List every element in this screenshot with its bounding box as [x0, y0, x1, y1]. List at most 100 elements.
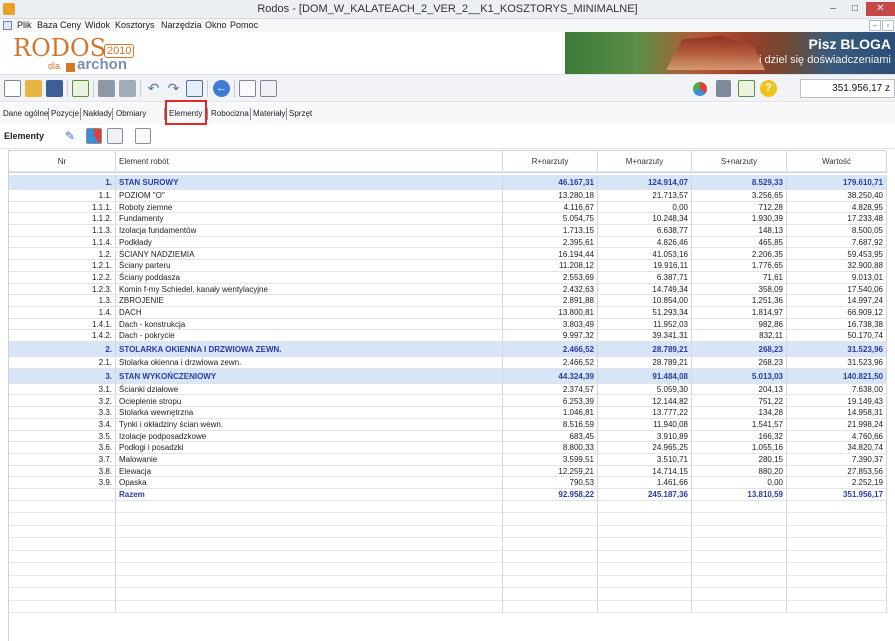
- table-row[interactable]: 1.1. POZIOM "O" 13.280,18 21.713,57 3.256,65…: [9, 190, 887, 202]
- empty-cell[interactable]: [9, 500, 116, 514]
- table-row[interactable]: 3. STAN WYKOŃCZENIOWY 44.324,39 91.484,08 5.…: [9, 368, 887, 384]
- cell-s[interactable]: 1.814,97: [692, 307, 787, 319]
- empty-cell[interactable]: [503, 563, 598, 576]
- cell-nr[interactable]: 1.2.3.: [9, 283, 116, 296]
- empty-row[interactable]: [9, 600, 887, 614]
- empty-cell[interactable]: [692, 500, 787, 514]
- table-row[interactable]: 3.8. Elewacja 12.259,21 14.714,15 880,20 27.8…: [9, 465, 887, 478]
- cell-w[interactable]: 7.638,00: [787, 383, 887, 396]
- tab-naklady[interactable]: Nakłady: [83, 109, 112, 118]
- cell-nr[interactable]: [9, 489, 116, 501]
- cell-nr[interactable]: 1.: [9, 175, 116, 190]
- empty-cell[interactable]: [116, 588, 503, 601]
- cell-m[interactable]: 13.777,22: [598, 407, 692, 419]
- help-icon[interactable]: ?: [760, 80, 777, 97]
- empty-cell[interactable]: [503, 500, 598, 514]
- cell-m[interactable]: 21.713,57: [598, 190, 692, 202]
- cell-m[interactable]: 11.940,08: [598, 418, 692, 431]
- cell-r[interactable]: 8.516,59: [503, 418, 598, 431]
- table-row[interactable]: 2.1. Stolarka okienna i drzwiowa zewn. 2.4…: [9, 357, 887, 369]
- cell-m[interactable]: 3.510,71: [598, 454, 692, 466]
- cell-name[interactable]: ŚCIANY NADZIEMIA: [116, 248, 503, 261]
- cell-nr[interactable]: 2.1.: [9, 357, 116, 369]
- cell-s[interactable]: 982,86: [692, 318, 787, 331]
- cell-w[interactable]: 31.523,96: [787, 342, 887, 358]
- empty-cell[interactable]: [503, 513, 598, 526]
- table-row[interactable]: 1.2.3. Komin f-my Schiedel, kanały wentyl…: [9, 283, 887, 296]
- cell-r[interactable]: 92.958,22: [503, 489, 598, 501]
- empty-cell[interactable]: [503, 588, 598, 601]
- cell-s[interactable]: 1.251,36: [692, 295, 787, 307]
- col-header-m[interactable]: M+narzuty: [598, 151, 692, 172]
- empty-cell[interactable]: [9, 575, 116, 589]
- cell-nr[interactable]: 1.1.3.: [9, 225, 116, 237]
- cell-s[interactable]: 268,23: [692, 342, 787, 358]
- cell-w[interactable]: 351.956,17: [787, 489, 887, 501]
- cell-m[interactable]: 12.144,82: [598, 395, 692, 408]
- cell-m[interactable]: 1.461,66: [598, 477, 692, 490]
- cell-name[interactable]: Izolacja fundamentów: [116, 225, 503, 237]
- cell-r[interactable]: 11.208,12: [503, 260, 598, 272]
- cell-name[interactable]: ZBROJENIE: [116, 295, 503, 307]
- table-row[interactable]: 2. STOLARKA OKIENNA I DRZWIOWA ZEWN. 2.466…: [9, 342, 887, 358]
- tab-dane-ogolne[interactable]: Dane ogólne: [3, 109, 48, 118]
- cell-s[interactable]: 5.013,03: [692, 368, 787, 384]
- cell-name[interactable]: Opaska: [116, 477, 503, 490]
- mdi-minimize-button[interactable]: –: [869, 20, 881, 31]
- empty-cell[interactable]: [116, 513, 503, 526]
- cell-nr[interactable]: 1.2.1.: [9, 260, 116, 272]
- cell-s[interactable]: 2.206,35: [692, 248, 787, 261]
- cell-nr[interactable]: 3.9.: [9, 477, 116, 490]
- cell-r[interactable]: 3.803,49: [503, 318, 598, 331]
- cell-s[interactable]: 832,11: [692, 330, 787, 343]
- cell-s[interactable]: 465,85: [692, 236, 787, 249]
- cell-m[interactable]: 3.910,89: [598, 430, 692, 443]
- tab-materialy[interactable]: Materiały: [253, 109, 285, 118]
- empty-cell[interactable]: [116, 575, 503, 589]
- empty-cell[interactable]: [503, 538, 598, 551]
- edit-icon[interactable]: ✎: [62, 128, 78, 144]
- empty-row[interactable]: [9, 575, 887, 589]
- cell-name[interactable]: Malowanie: [116, 454, 503, 466]
- empty-cell[interactable]: [503, 550, 598, 564]
- cell-r[interactable]: 2.374,57: [503, 383, 598, 396]
- cell-m[interactable]: 91.484,08: [598, 368, 692, 384]
- cell-w[interactable]: 38.250,40: [787, 190, 887, 202]
- cell-s[interactable]: 0,00: [692, 477, 787, 490]
- cell-nr[interactable]: 1.4.1.: [9, 318, 116, 331]
- empty-cell[interactable]: [692, 600, 787, 614]
- cell-w[interactable]: 17.233,48: [787, 213, 887, 226]
- cell-name[interactable]: Dach - konstrukcja: [116, 318, 503, 331]
- empty-cell[interactable]: [116, 563, 503, 576]
- empty-cell[interactable]: [692, 525, 787, 539]
- cell-name[interactable]: DACH: [116, 307, 503, 319]
- cell-nr[interactable]: 1.1.4.: [9, 236, 116, 249]
- cell-w[interactable]: 9.013,01: [787, 271, 887, 284]
- cell-w[interactable]: 16.738,38: [787, 318, 887, 331]
- cell-s[interactable]: 268,23: [692, 357, 787, 369]
- empty-cell[interactable]: [787, 600, 887, 614]
- cell-m[interactable]: 5.059,30: [598, 383, 692, 396]
- cell-w[interactable]: 7.687,92: [787, 236, 887, 249]
- cell-nr[interactable]: 1.2.: [9, 248, 116, 261]
- cell-name[interactable]: Stolarka okienna i drzwiowa zewn.: [116, 357, 503, 369]
- cell-name[interactable]: STAN SUROWY: [116, 175, 503, 190]
- cell-m[interactable]: 41.053,16: [598, 248, 692, 261]
- cell-s[interactable]: 358,09: [692, 283, 787, 296]
- table-row[interactable]: 3.4. Tynki i okładziny ścian wewn. 8.516,5…: [9, 418, 887, 431]
- cell-nr[interactable]: 1.4.2.: [9, 330, 116, 343]
- table-row[interactable]: 3.3. Stolarka wewnętrzna 1.046,81 13.777,22…: [9, 407, 887, 419]
- empty-cell[interactable]: [692, 513, 787, 526]
- menu-item-okno[interactable]: Okno: [205, 20, 227, 30]
- cell-s[interactable]: 3.256,65: [692, 190, 787, 202]
- cell-name[interactable]: Podkłady: [116, 236, 503, 249]
- cell-r[interactable]: 13.280,18: [503, 190, 598, 202]
- cell-w[interactable]: 31.523,96: [787, 357, 887, 369]
- cell-s[interactable]: 1.541,57: [692, 418, 787, 431]
- empty-cell[interactable]: [598, 525, 692, 539]
- cell-m[interactable]: 245.187,36: [598, 489, 692, 501]
- menu-item-ceny[interactable]: Ceny: [60, 20, 81, 30]
- cell-name[interactable]: Ściany parteru: [116, 260, 503, 272]
- empty-cell[interactable]: [598, 563, 692, 576]
- cell-s[interactable]: 880,20: [692, 465, 787, 478]
